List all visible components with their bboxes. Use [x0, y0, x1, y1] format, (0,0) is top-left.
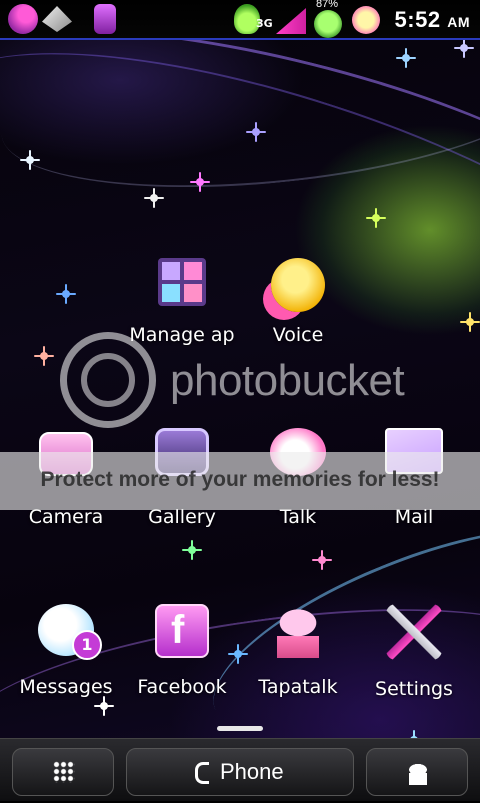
facebook-f-glyph: f: [171, 608, 185, 652]
watermark-brand: photobucket: [170, 356, 405, 405]
unread-badge: 1: [72, 630, 102, 660]
voice-emoji-icon: [271, 258, 325, 312]
messages-icon: 1: [38, 604, 102, 660]
android-icon: [407, 763, 429, 785]
app-voice[interactable]: Voice: [242, 258, 354, 346]
grid-icon: [53, 761, 75, 783]
light-streak: [0, 0, 480, 325]
signal-strength-icon: [276, 8, 306, 34]
sparkle: [454, 38, 474, 58]
status-clock: 5:52 AM: [395, 7, 470, 33]
battery-smiley-icon: [314, 10, 342, 38]
facebook-icon: f: [155, 604, 209, 658]
clock-time: 5:52: [394, 7, 441, 32]
app-label: Manage ap: [129, 324, 235, 346]
app-messages[interactable]: 1 Messages: [10, 604, 122, 698]
app-drawer-button[interactable]: [12, 748, 114, 796]
sparkle: [56, 284, 76, 304]
sparkle: [144, 188, 164, 208]
phone-handset-icon: [195, 762, 209, 784]
sparkle: [182, 540, 202, 560]
sparkle: [366, 208, 386, 228]
phone-label: Phone: [220, 759, 284, 784]
watermark-logo: [60, 332, 156, 428]
app-label: Settings: [375, 678, 453, 700]
app-settings[interactable]: Settings: [358, 604, 470, 700]
app-facebook[interactable]: f Facebook: [126, 604, 238, 698]
sparkle: [312, 550, 332, 570]
battery-percent: 87%: [316, 0, 339, 10]
sparkle: [246, 122, 266, 142]
watermark-banner-text: Protect more of your memories for less!: [40, 468, 440, 491]
messages-notification-icon[interactable]: [42, 6, 72, 32]
network-type: 3G: [256, 17, 273, 30]
sparkle: [20, 150, 40, 170]
android-button[interactable]: [366, 748, 468, 796]
sms-notification-icon[interactable]: [8, 4, 38, 34]
sparkle: [190, 172, 210, 192]
drawer-handle[interactable]: [217, 726, 263, 731]
app-label: Voice: [272, 324, 324, 346]
app-tapatalk[interactable]: Tapatalk: [242, 600, 354, 698]
app-label: Tapatalk: [258, 676, 338, 698]
alarm-clock-icon: [352, 6, 380, 34]
sparkle: [34, 346, 54, 366]
app-manage-apps[interactable]: Manage ap: [126, 258, 238, 346]
sparkle: [94, 696, 114, 716]
app-label: Messages: [19, 676, 113, 698]
status-bar: 3G 87% 5:52 AM: [0, 0, 480, 40]
app-label: Facebook: [137, 676, 227, 698]
clock-ampm: AM: [447, 14, 470, 30]
settings-tools-icon: [386, 604, 442, 660]
sparkle: [460, 312, 480, 332]
manage-apps-icon: [158, 258, 206, 306]
usb-notification-icon[interactable]: [94, 4, 116, 34]
sparkle: [396, 48, 416, 68]
tapatalk-cupcake-icon: [269, 600, 327, 660]
